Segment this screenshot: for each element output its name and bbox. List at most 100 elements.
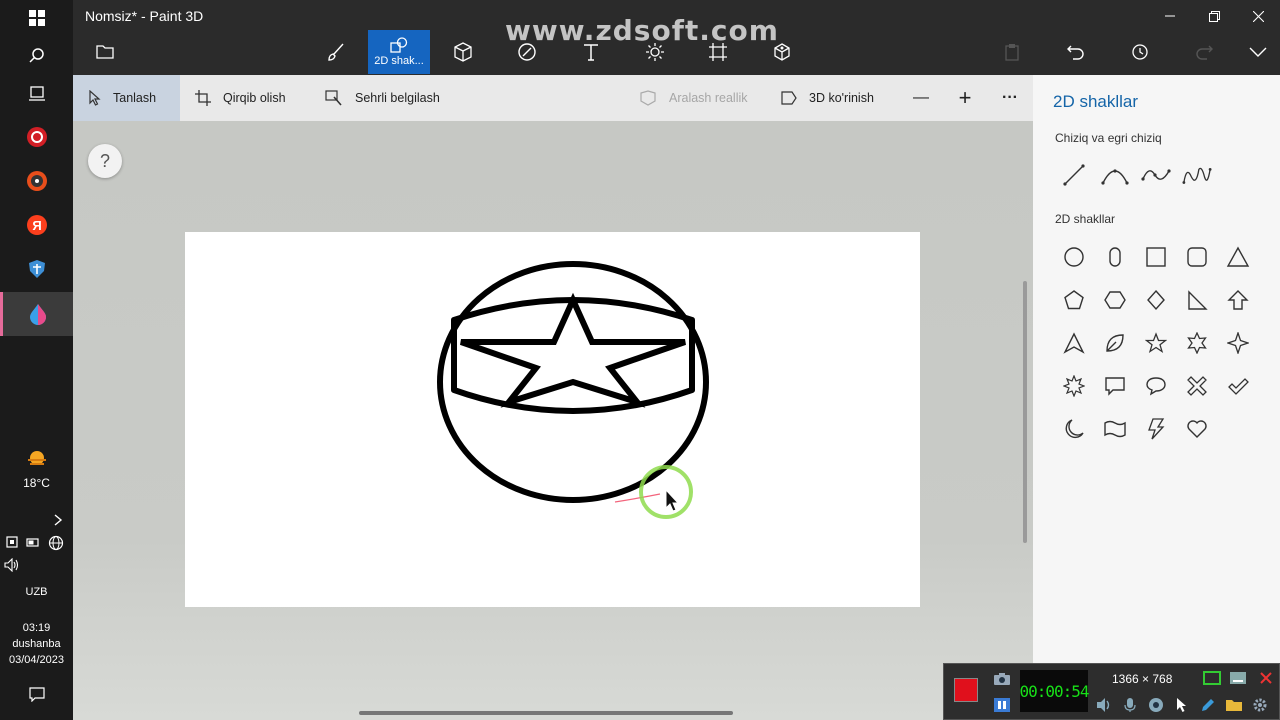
help-button[interactable]: ? [88, 144, 122, 178]
region-icon[interactable] [1202, 669, 1222, 687]
redo-button[interactable] [1173, 30, 1235, 74]
horizontal-scrollbar[interactable] [359, 711, 733, 715]
s-curve-icon [1141, 169, 1171, 181]
chevron-down-icon [1249, 47, 1267, 57]
opera-icon[interactable] [0, 115, 73, 159]
right-triangle-shape-button[interactable] [1182, 285, 1212, 315]
collapse-button[interactable] [1227, 30, 1280, 74]
canvas-tool[interactable] [687, 30, 749, 74]
zoom-out-button[interactable]: — [911, 75, 931, 121]
cursor-icon[interactable] [1172, 696, 1192, 714]
mixed-reality-button[interactable]: Aralash reallik [639, 75, 748, 121]
circle-shape-button[interactable] [1059, 242, 1089, 272]
history-button[interactable] [1109, 30, 1171, 74]
wave-shape-button[interactable] [1182, 160, 1212, 190]
webcam-icon[interactable] [1146, 696, 1166, 714]
volume-icon[interactable] [4, 557, 20, 577]
triangle-shape-button[interactable] [1223, 242, 1253, 272]
vertical-scrollbar[interactable] [1023, 281, 1027, 543]
hexagon-shape-button[interactable] [1100, 285, 1130, 315]
minimize-recorder-icon[interactable] [1228, 669, 1248, 687]
paste-button[interactable] [981, 30, 1043, 74]
star-six-shape-button[interactable] [1182, 328, 1212, 358]
folder-icon[interactable] [1224, 696, 1244, 714]
clock-time[interactable]: 03:19 [0, 622, 73, 634]
banner-shape-button[interactable] [1100, 414, 1130, 444]
arrow-up-shape-button[interactable] [1223, 285, 1253, 315]
clock-day[interactable]: dushanba [0, 638, 73, 650]
leaf-shape-button[interactable] [1100, 328, 1130, 358]
select-label: Tanlash [113, 91, 157, 105]
3d-shapes-tool[interactable] [432, 30, 494, 74]
crop-button[interactable]: Qirqib olish [195, 75, 286, 121]
3d-view-button[interactable]: 3D ko'rinish [781, 75, 874, 121]
shield-app-icon[interactable] [0, 247, 73, 291]
heart-icon [1187, 420, 1207, 438]
restore-button[interactable] [1192, 4, 1236, 28]
arrowhead-shape-button[interactable] [1059, 328, 1089, 358]
lightning-shape-button[interactable] [1141, 414, 1171, 444]
oval-shape-button[interactable] [1100, 242, 1130, 272]
speech-box-shape-button[interactable] [1100, 371, 1130, 401]
mixed-reality-icon [640, 90, 656, 106]
notification-icon[interactable] [0, 672, 73, 716]
media-icon[interactable] [0, 159, 73, 203]
battery-icon[interactable] [26, 535, 40, 549]
burst-shape-button[interactable] [1059, 371, 1089, 401]
minimize-button[interactable] [1148, 4, 1192, 28]
checkmark-shape-button[interactable] [1223, 371, 1253, 401]
curve-shape-button[interactable] [1100, 160, 1130, 190]
undo-button[interactable] [1045, 30, 1107, 74]
pen-icon[interactable] [1198, 696, 1218, 714]
speech-bubble-shape-button[interactable] [1141, 371, 1171, 401]
star-four-shape-button[interactable] [1223, 328, 1253, 358]
x-shape-button[interactable] [1182, 371, 1212, 401]
command-bar: Tanlash Qirqib olish Sehrli belgilash Ar… [73, 75, 1033, 121]
task-view-icon[interactable] [0, 72, 73, 116]
globe-icon[interactable] [48, 535, 64, 551]
chevron-right-icon[interactable] [0, 508, 73, 532]
recording-timer: 00:00:54 [1019, 670, 1090, 712]
touch-keyboard-icon[interactable] [6, 535, 18, 549]
rounded-square-shape-button[interactable] [1182, 242, 1212, 272]
weather-icon[interactable] [0, 440, 73, 476]
line-shape-button[interactable] [1059, 160, 1089, 190]
drawing-canvas[interactable] [185, 232, 920, 607]
effects-tool[interactable] [624, 30, 686, 74]
gear-icon[interactable] [1250, 696, 1270, 714]
menu-button[interactable] [74, 30, 136, 74]
star-shape-button[interactable] [1141, 328, 1171, 358]
square-shape-button[interactable] [1141, 242, 1171, 272]
more-button[interactable]: ··· [999, 75, 1021, 121]
record-stop-button[interactable] [954, 678, 978, 702]
diamond-shape-button[interactable] [1141, 285, 1171, 315]
cube-icon [454, 42, 472, 62]
3d-library-tool[interactable] [751, 30, 813, 74]
s-curve-shape-button[interactable] [1141, 160, 1171, 190]
star-six-icon [1187, 332, 1207, 354]
language-indicator[interactable]: UZB [0, 586, 73, 598]
paint3d-icon[interactable] [0, 292, 73, 336]
oval-icon [1109, 247, 1121, 267]
clock-date[interactable]: 03/04/2023 [0, 654, 73, 666]
pause-button[interactable] [992, 696, 1012, 714]
2d-shapes-tool[interactable]: 2D shak... [368, 30, 430, 74]
close-button[interactable] [1236, 4, 1280, 28]
heart-shape-button[interactable] [1182, 414, 1212, 444]
select-button[interactable]: Tanlash [73, 75, 180, 121]
zoom-in-button[interactable]: + [955, 75, 975, 121]
microphone-icon[interactable] [1120, 696, 1140, 714]
brushes-tool[interactable] [305, 30, 367, 74]
yandex-icon[interactable]: Я [0, 203, 73, 247]
moon-shape-button[interactable] [1059, 414, 1089, 444]
x-shape-icon [1187, 376, 1207, 396]
stickers-tool[interactable] [496, 30, 558, 74]
burst-icon [1063, 375, 1085, 397]
magic-select-button[interactable]: Sehrli belgilash [325, 75, 440, 121]
speaker-icon[interactable] [1094, 696, 1114, 714]
workspace: ? [73, 121, 1033, 720]
camera-icon[interactable] [992, 670, 1012, 688]
text-tool[interactable] [560, 30, 622, 74]
pentagon-shape-button[interactable] [1059, 285, 1089, 315]
close-recorder-icon[interactable] [1256, 669, 1276, 687]
